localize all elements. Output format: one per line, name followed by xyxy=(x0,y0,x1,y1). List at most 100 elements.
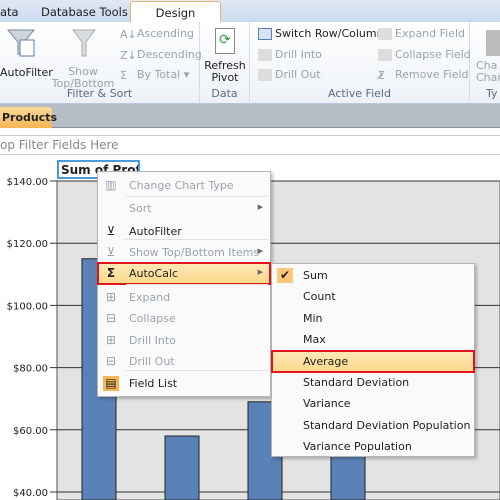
menu-separator xyxy=(126,196,268,197)
autocalc-item-standard-deviation-population[interactable]: Standard Deviation Population xyxy=(272,415,474,436)
expand-icon xyxy=(378,28,392,40)
menu-item-label: Sum xyxy=(303,269,328,282)
context-menu-item-drill-out[interactable]: ⊟ Drill Out xyxy=(98,351,270,372)
context-menu: ▥ Change Chart Type Sort ▶ ⊻ AutoFilter ⊻ Show … xyxy=(97,171,271,397)
drill-out-button[interactable]: Drill Out xyxy=(258,68,321,81)
drill-into-button[interactable]: Drill Into xyxy=(258,48,322,61)
check-icon: ✔ xyxy=(277,268,293,283)
context-menu-item-sort[interactable]: Sort ▶ xyxy=(98,198,270,219)
object-tab-products[interactable]: Products xyxy=(0,107,57,128)
tab-data[interactable]: ata xyxy=(0,5,19,19)
remove-field-button[interactable]: Σ̸ Remove Field xyxy=(378,68,469,82)
sort-ascending-icon: A↓ xyxy=(120,28,137,41)
group-data: ⟳ Refresh Pivot Data xyxy=(200,22,250,104)
drill-into-icon xyxy=(258,49,272,61)
menu-item-label: Change Chart Type xyxy=(129,179,234,192)
autocalc-item-variance-population[interactable]: Variance Population xyxy=(272,436,474,457)
menu-item-label: AutoFilter xyxy=(129,225,182,238)
y-tick-label: $100.00 xyxy=(7,301,48,312)
group-active-field: Switch Row/Column Drill Into Drill Out E… xyxy=(250,22,471,104)
collapse-icon: ⊟ xyxy=(105,311,117,325)
descending-button[interactable]: Z↓Descending xyxy=(120,48,202,62)
submenu-arrow-icon: ▶ xyxy=(257,268,263,276)
field-list-icon: ▤ xyxy=(103,376,119,391)
menu-item-label: AutoCalc xyxy=(129,267,179,280)
top-bottom-icon: ⊻ xyxy=(106,245,116,259)
menu-item-label: Standard Deviation Population xyxy=(303,418,471,432)
drill-into-icon: ⊞ xyxy=(105,333,117,347)
menu-item-label: Min xyxy=(303,311,323,325)
drill-out-icon xyxy=(258,69,272,81)
top-bottom-icon xyxy=(72,28,96,58)
menu-item-label: Drill Out xyxy=(129,355,175,368)
tab-design[interactable]: Design xyxy=(130,1,221,24)
group-filter-sort: AutoFilter Show Top/Bottom A↓Ascending Z… xyxy=(0,22,202,104)
ascending-button[interactable]: A↓Ascending xyxy=(120,27,194,41)
autofilter-icon: ⊻ xyxy=(106,224,116,238)
y-tick-label: $80.00 xyxy=(13,364,48,375)
bar[interactable] xyxy=(164,435,200,500)
group-label: Filter & Sort xyxy=(66,87,133,100)
collapse-icon xyxy=(378,49,392,61)
menu-item-label: Max xyxy=(303,333,326,347)
sigma-icon: Σ xyxy=(106,266,116,280)
context-menu-item-collapse[interactable]: ⊟ Collapse xyxy=(98,308,270,329)
menu-item-label: Field List xyxy=(129,377,178,390)
menu-item-label: Standard Deviation xyxy=(303,376,410,389)
autocalc-item-sum[interactable]: ✔ Sum xyxy=(272,265,474,286)
expand-field-button[interactable]: Expand Field xyxy=(378,27,465,40)
menu-item-label: Expand xyxy=(129,291,171,304)
menu-item-label: Average xyxy=(303,354,349,368)
sort-descending-icon: Z↓ xyxy=(120,49,137,62)
tab-database-tools[interactable]: Database Tools xyxy=(41,5,128,19)
menu-item-label: Count xyxy=(303,290,336,304)
change-chart-type-button[interactable]: Cha Char xyxy=(476,60,500,84)
group-label: Active Field xyxy=(328,87,391,100)
expand-icon: ⊞ xyxy=(105,290,117,304)
menu-separator xyxy=(126,284,268,285)
group-type: Cha Char Ty xyxy=(470,22,500,104)
autofilter-button[interactable]: AutoFilter xyxy=(0,66,53,79)
autocalc-item-variance[interactable]: Variance xyxy=(272,393,474,414)
ribbon-tab-bar: ata Database Tools Design xyxy=(0,0,500,24)
context-menu-item-show-top-bottom-items[interactable]: ⊻ Show Top/Bottom Items ▶ xyxy=(98,242,270,263)
ribbon: AutoFilter Show Top/Bottom A↓Ascending Z… xyxy=(0,22,500,104)
by-total-button[interactable]: Σ By Total ▾ xyxy=(120,68,189,82)
autocalc-item-min[interactable]: Min xyxy=(272,308,474,329)
y-tick-label: $120.00 xyxy=(7,239,48,250)
by-total-icon: Σ xyxy=(120,69,127,82)
menu-item-label: Sort xyxy=(129,202,152,215)
submenu-arrow-icon: ▶ xyxy=(257,203,263,211)
drill-out-icon: ⊟ xyxy=(105,354,117,368)
chart-icon: ▥ xyxy=(105,178,117,192)
context-menu-item-field-list[interactable]: ▤ Field List xyxy=(98,373,270,394)
autocalc-item-average[interactable]: Average xyxy=(271,349,475,373)
object-tab-bar xyxy=(0,104,500,128)
y-tick-label: $140.00 xyxy=(7,177,48,188)
remove-field-icon: Σ̸ xyxy=(378,69,385,82)
refresh-pivot-button[interactable]: Refresh Pivot xyxy=(202,60,248,84)
context-menu-item-expand[interactable]: ⊞ Expand xyxy=(98,287,270,308)
menu-item-label: Show Top/Bottom Items xyxy=(129,246,260,259)
autocalc-item-standard-deviation[interactable]: Standard Deviation xyxy=(272,372,474,393)
group-label: Data xyxy=(211,87,238,100)
autocalc-item-max[interactable]: Max xyxy=(272,329,474,350)
autocalc-submenu: ✔ Sum Count Min Max Average Standard Deviation… xyxy=(271,263,475,457)
menu-item-label: Drill Into xyxy=(129,334,176,347)
menu-item-label: Variance Population xyxy=(303,440,412,454)
filter-drop-zone[interactable]: op Filter Fields Here xyxy=(0,135,500,155)
context-menu-item-autocalc[interactable]: Σ AutoCalc ▶ xyxy=(97,262,271,285)
menu-separator xyxy=(126,370,268,371)
autocalc-item-count[interactable]: Count xyxy=(272,286,474,307)
chart-type-icon xyxy=(486,30,500,56)
collapse-field-button[interactable]: Collapse Field xyxy=(378,48,471,61)
context-menu-item-drill-into[interactable]: ⊞ Drill Into xyxy=(98,330,270,351)
y-tick-label: $40.00 xyxy=(13,488,48,499)
menu-separator xyxy=(126,239,268,240)
context-menu-item-change-chart-type[interactable]: ▥ Change Chart Type xyxy=(98,175,270,196)
refresh-icon: ⟳ xyxy=(215,28,235,54)
menu-item-label: Variance xyxy=(303,397,351,411)
switch-icon xyxy=(258,28,272,40)
switch-row-column-button[interactable]: Switch Row/Column xyxy=(258,27,384,40)
autofilter-icon xyxy=(6,28,36,60)
